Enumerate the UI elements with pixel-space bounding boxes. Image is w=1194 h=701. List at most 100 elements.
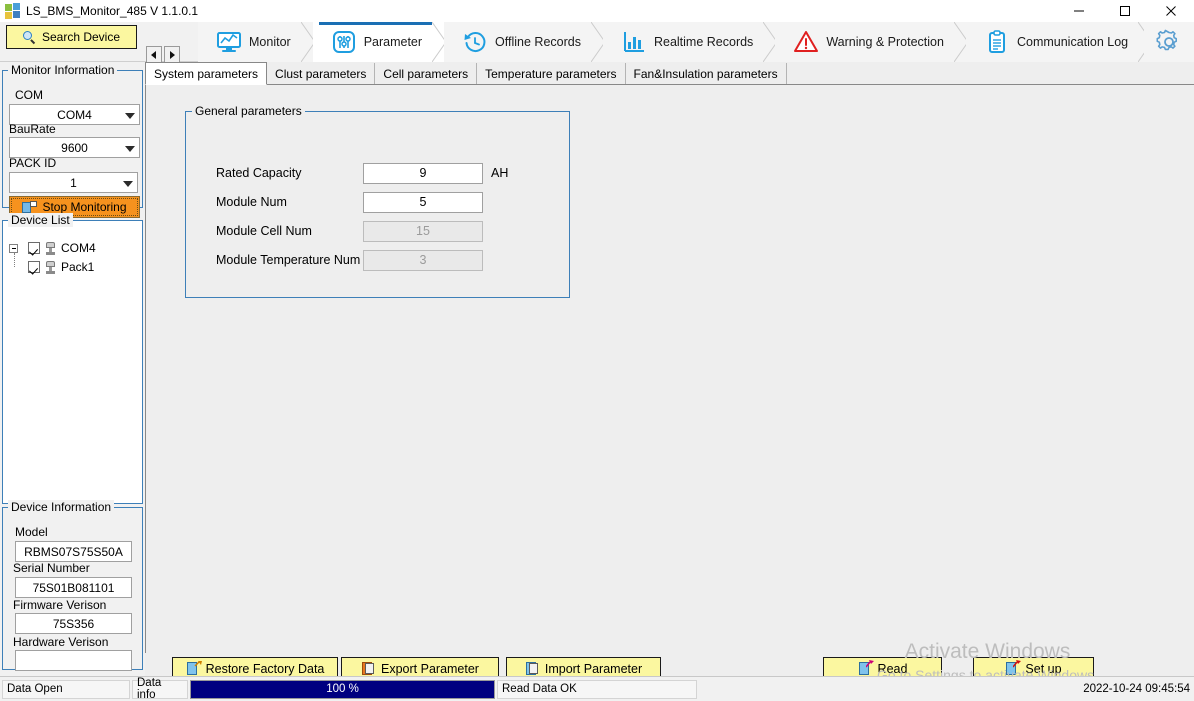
window-title: LS_BMS_Monitor_485 V 1.1.0.1 (26, 4, 199, 18)
com-label: COM (15, 88, 43, 102)
status-message: Read Data OK (497, 679, 697, 699)
tree-node-pack1[interactable]: Pack1 (28, 260, 94, 274)
baurate-select-value: 9600 (61, 140, 88, 155)
status-message-text: Read Data OK (502, 683, 577, 695)
chevron-down-icon (125, 145, 135, 152)
tab-parameter[interactable]: Parameter (312, 22, 447, 62)
import-icon (525, 662, 539, 676)
hardware-version-label: Hardware Verison (13, 635, 109, 649)
module-num-label: Module Num (216, 195, 287, 209)
import-parameter-label: Import Parameter (544, 662, 643, 676)
device-list-legend: Device List (8, 213, 73, 227)
device-list-group: Device List COM4 Pack1 (2, 213, 143, 504)
model-value-text: RBMS07S75S50A (24, 544, 123, 559)
app-grid-icon (5, 3, 21, 19)
setup-label: Set up (1025, 662, 1062, 676)
subtab-fan-insulation-parameters-label: Fan&Insulation parameters (633, 66, 778, 81)
bar-chart-icon (623, 32, 644, 52)
com4-checkbox[interactable] (28, 242, 40, 254)
serial-number-value-text: 75S01B081101 (32, 580, 115, 595)
chevron-down-icon (123, 180, 133, 187)
export-icon (361, 662, 375, 676)
title-bar: LS_BMS_Monitor_485 V 1.1.0.1 (0, 0, 1194, 22)
firmware-version-value-text: 75S356 (52, 616, 95, 631)
pack-id-select[interactable]: 1 (9, 172, 138, 193)
application-window: LS_BMS_Monitor_485 V 1.1.0.1 Search Devi… (0, 0, 1194, 701)
export-parameter-label: Export Parameter (381, 662, 479, 676)
close-icon[interactable] (1148, 0, 1194, 22)
subtab-system-parameters[interactable]: System parameters (145, 62, 268, 85)
search-device-button[interactable]: Search Device (6, 25, 137, 49)
collapse-icon[interactable] (9, 243, 18, 253)
status-data-open-text: Data Open (7, 683, 63, 695)
tab-monitor[interactable]: Monitor (198, 22, 316, 62)
status-timestamp: 2022-10-24 09:45:54 (1083, 683, 1190, 695)
settings-button[interactable] (1144, 22, 1194, 62)
restore-icon (186, 661, 202, 676)
tree-node-com4[interactable]: COM4 (9, 241, 96, 255)
warning-triangle-icon (794, 31, 819, 52)
hardware-version-value (15, 650, 132, 671)
tab-realtime-records[interactable]: Realtime Records (602, 22, 778, 62)
row-module-temperature-num: Module Temperature Num (216, 249, 566, 271)
tab-communication-log-label: Communication Log (1016, 35, 1129, 49)
parameter-subtabs: System parameters Clust parameters Cell … (145, 62, 1194, 85)
monitor-chart-icon (217, 32, 241, 52)
row-module-num: Module Num (216, 191, 566, 213)
module-num-input[interactable] (363, 191, 483, 213)
monitor-information-legend: Monitor Information (8, 63, 118, 77)
parameter-content-area: General parameters Rated Capacity AH Mod… (145, 85, 1194, 681)
rated-capacity-input[interactable] (363, 162, 483, 184)
monitor-information-group: Monitor Information COM COM4 BauRate 960… (2, 63, 143, 218)
module-cell-num-label: Module Cell Num (216, 224, 312, 238)
tab-parameter-label: Parameter (363, 35, 423, 49)
pack1-checkbox[interactable] (28, 261, 40, 273)
baurate-select[interactable]: 9600 (9, 137, 140, 158)
serial-number-label: Serial Number (13, 561, 90, 575)
module-temperature-num-label: Module Temperature Num (216, 253, 361, 267)
model-value: RBMS07S75S50A (15, 541, 132, 562)
progress-bar: 100 % (190, 679, 495, 699)
tab-warning-protection-label: Warning & Protection (826, 35, 944, 49)
row-module-cell-num: Module Cell Num (216, 220, 566, 242)
tab-offline-records-label: Offline Records (495, 35, 581, 49)
status-data-info-text: Data info (137, 677, 162, 701)
tree-node-pack1-label: Pack1 (61, 260, 95, 274)
tab-communication-log[interactable]: Communication Log (965, 22, 1153, 62)
tab-warning-protection[interactable]: Warning & Protection (775, 22, 969, 62)
serial-number-value: 75S01B081101 (15, 577, 132, 598)
subtab-system-parameters-label: System parameters (154, 66, 259, 81)
read-icon (858, 660, 874, 676)
device-icon (44, 260, 57, 274)
main-panel: System parameters Clust parameters Cell … (145, 62, 1194, 681)
read-label: Read (877, 662, 908, 676)
tab-realtime-records-label: Realtime Records (653, 35, 754, 49)
maximize-icon[interactable] (1102, 0, 1148, 22)
progress-bar-text: 100 % (326, 683, 359, 695)
general-parameters-legend: General parameters (192, 104, 305, 118)
chevron-down-icon (125, 112, 135, 119)
search-icon (22, 30, 36, 44)
clipboard-icon (988, 30, 1005, 53)
rated-capacity-label: Rated Capacity (216, 166, 302, 180)
search-device-label: Search Device (41, 30, 121, 44)
subtab-clust-parameters-label: Clust parameters (275, 66, 367, 81)
firmware-version-label: Firmware Verison (13, 598, 107, 612)
subtab-temperature-parameters[interactable]: Temperature parameters (477, 63, 626, 84)
status-data-info: Data info (132, 677, 188, 701)
subtab-clust-parameters[interactable]: Clust parameters (267, 63, 376, 84)
rated-capacity-unit: AH (491, 166, 509, 180)
subtab-temperature-parameters-label: Temperature parameters (485, 66, 617, 81)
tab-offline-records[interactable]: Offline Records (444, 22, 606, 62)
minimize-icon[interactable] (1056, 0, 1102, 22)
plug-icon (22, 200, 38, 214)
module-cell-num-input (363, 220, 483, 242)
subtab-cell-parameters[interactable]: Cell parameters (375, 63, 478, 84)
com-select-value: COM4 (57, 107, 92, 122)
left-sidebar: Monitor Information COM COM4 BauRate 960… (0, 62, 145, 676)
device-information-legend: Device Information (8, 500, 115, 514)
restore-factory-data-label: Restore Factory Data (205, 662, 325, 676)
row-rated-capacity: Rated Capacity AH (216, 162, 566, 184)
module-temperature-num-input (363, 249, 483, 271)
subtab-fan-insulation-parameters[interactable]: Fan&Insulation parameters (625, 63, 787, 84)
